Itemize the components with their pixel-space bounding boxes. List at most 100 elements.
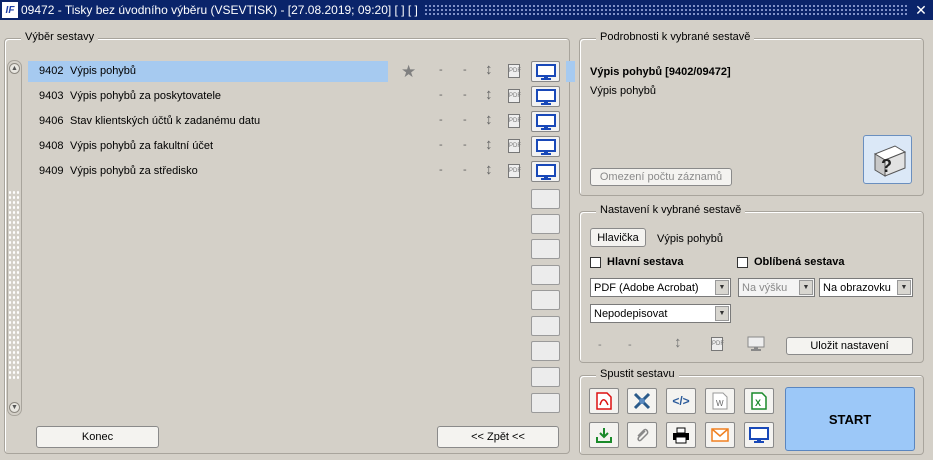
pdf-icon[interactable]: PDF <box>508 89 521 103</box>
pdf-icon[interactable]: PDF <box>508 164 521 178</box>
favorite-report-label: Oblíbená sestava <box>754 256 845 268</box>
empty-slot-button[interactable] <box>531 367 560 387</box>
pdf-icon <box>596 392 612 410</box>
splitter-grip[interactable] <box>8 190 20 380</box>
up-down-arrow-icon[interactable]: ↕ <box>485 161 493 178</box>
screen-output-button[interactable] <box>744 422 774 448</box>
empty-slot-button[interactable] <box>531 290 560 310</box>
svg-text:?: ? <box>881 156 892 176</box>
monitor-button[interactable] <box>531 61 560 82</box>
list-item[interactable]: 9409 Výpis pohybů za středisko - - ↕ PDF <box>28 161 578 186</box>
monitor-button[interactable] <box>531 86 560 107</box>
paperclip-icon <box>637 428 649 442</box>
xml-tool-button[interactable] <box>627 388 657 414</box>
row-dash: - <box>463 89 467 101</box>
pdf-icon[interactable]: PDF <box>508 114 521 128</box>
row-marker <box>566 61 575 82</box>
empty-slot-button[interactable] <box>531 341 560 361</box>
empty-slot-button[interactable] <box>531 214 560 234</box>
konec-button[interactable]: Konec <box>36 426 159 448</box>
close-icon[interactable]: ✕ <box>913 2 929 18</box>
report-code: 9408 <box>39 140 64 152</box>
empty-slot-button[interactable] <box>531 239 560 259</box>
svg-text:X: X <box>755 398 761 408</box>
up-down-arrow-icon[interactable]: ↕ <box>485 86 493 103</box>
list-item[interactable]: 9403 Výpis pohybů za poskytovatele - - ↕… <box>28 86 578 111</box>
main-report-checkbox[interactable]: Hlavní sestava <box>590 256 683 268</box>
format-value: PDF (Adobe Acrobat) <box>594 281 699 294</box>
back-button[interactable]: << Zpět << <box>437 426 559 448</box>
word-export-button[interactable]: W <box>705 388 735 414</box>
dropdown-arrow-icon[interactable]: ▼ <box>715 280 729 295</box>
row-dash: - <box>439 89 443 101</box>
download-icon <box>596 428 612 443</box>
monitor-button[interactable] <box>531 111 560 132</box>
report-name: Výpis pohybů za fakultní účet <box>70 140 214 152</box>
orientation-select[interactable]: Na výšku ▼ <box>738 278 815 297</box>
print-button[interactable] <box>666 422 696 448</box>
scroll-down-icon[interactable]: ▼ <box>9 402 20 413</box>
list-item[interactable]: 9402 Výpis pohybů ★ - - ↕ PDF <box>28 61 578 86</box>
list-item[interactable]: 9408 Výpis pohybů za fakultní účet - - ↕… <box>28 136 578 161</box>
signature-select[interactable]: Nepodepisovat ▼ <box>590 304 731 323</box>
pdf-export-button[interactable] <box>589 388 619 414</box>
row-dash: - <box>463 139 467 151</box>
monitor-icon <box>535 113 556 130</box>
window-title: 09472 - Tisky bez úvodního výběru (VSEVT… <box>21 3 418 17</box>
main-report-label: Hlavní sestava <box>607 256 684 268</box>
format-select[interactable]: PDF (Adobe Acrobat) ▼ <box>590 278 731 297</box>
monitor-button[interactable] <box>531 161 560 182</box>
printer-icon <box>673 427 689 444</box>
checkbox-box[interactable] <box>590 256 601 268</box>
row-dash: - <box>439 114 443 126</box>
printer-help-icon[interactable]: ? <box>863 135 912 184</box>
excel-icon: X <box>751 392 767 410</box>
pdf-icon[interactable]: PDF <box>711 337 724 351</box>
excel-export-button[interactable]: X <box>744 388 774 414</box>
row-dash: - <box>463 164 467 176</box>
header-value: Výpis pohybů <box>657 233 724 245</box>
signature-value: Nepodepisovat <box>594 307 668 320</box>
up-down-arrow-icon[interactable]: ↕ <box>485 136 493 153</box>
scroll-up-icon[interactable]: ▲ <box>9 63 20 74</box>
monitor-button[interactable] <box>531 136 560 157</box>
header-button[interactable]: Hlavička <box>590 228 646 247</box>
empty-slot-button[interactable] <box>531 265 560 285</box>
report-name: Výpis pohybů <box>70 65 137 77</box>
monitor-icon[interactable] <box>747 336 765 351</box>
dropdown-arrow-icon[interactable]: ▼ <box>897 280 911 295</box>
dropdown-arrow-icon[interactable]: ▼ <box>799 280 813 295</box>
setting-dash: - <box>598 339 602 351</box>
limit-records-button[interactable]: Omezení počtu záznamů <box>590 168 732 186</box>
up-down-arrow-icon[interactable]: ↕ <box>485 61 493 78</box>
favorite-report-checkbox[interactable]: Oblíbená sestava <box>737 256 845 268</box>
list-item[interactable]: 9406 Stav klientských účtů k zadanému da… <box>28 111 578 136</box>
pdf-icon[interactable]: PDF <box>508 139 521 153</box>
report-name: Výpis pohybů za středisko <box>70 165 198 177</box>
svg-text:W: W <box>716 399 724 408</box>
report-code: 9409 <box>39 165 64 177</box>
start-button[interactable]: START <box>785 387 915 451</box>
checkbox-box[interactable] <box>737 256 748 268</box>
up-down-arrow-icon[interactable]: ↕ <box>485 111 493 128</box>
pdf-icon[interactable]: PDF <box>508 64 521 78</box>
up-down-arrow-icon[interactable]: ↕ <box>674 334 682 351</box>
empty-slot-button[interactable] <box>531 393 560 413</box>
output-select[interactable]: Na obrazovku ▼ <box>819 278 913 297</box>
download-button[interactable] <box>589 422 619 448</box>
email-button[interactable] <box>705 422 735 448</box>
row-dash: - <box>463 64 467 76</box>
code-export-button[interactable]: </> <box>666 388 696 414</box>
setting-dash: - <box>628 339 632 351</box>
empty-slot-button[interactable] <box>531 189 560 209</box>
app-logo-icon: IF <box>2 2 18 18</box>
dropdown-arrow-icon[interactable]: ▼ <box>715 306 729 321</box>
word-icon: W <box>712 392 728 410</box>
orientation-value: Na výšku <box>742 281 788 294</box>
save-settings-button[interactable]: Uložit nastavení <box>786 337 913 355</box>
attach-button[interactable] <box>627 422 657 448</box>
empty-slot-button[interactable] <box>531 316 560 336</box>
star-icon[interactable]: ★ <box>401 62 416 82</box>
output-value: Na obrazovku <box>823 281 891 294</box>
tools-icon <box>633 392 651 410</box>
